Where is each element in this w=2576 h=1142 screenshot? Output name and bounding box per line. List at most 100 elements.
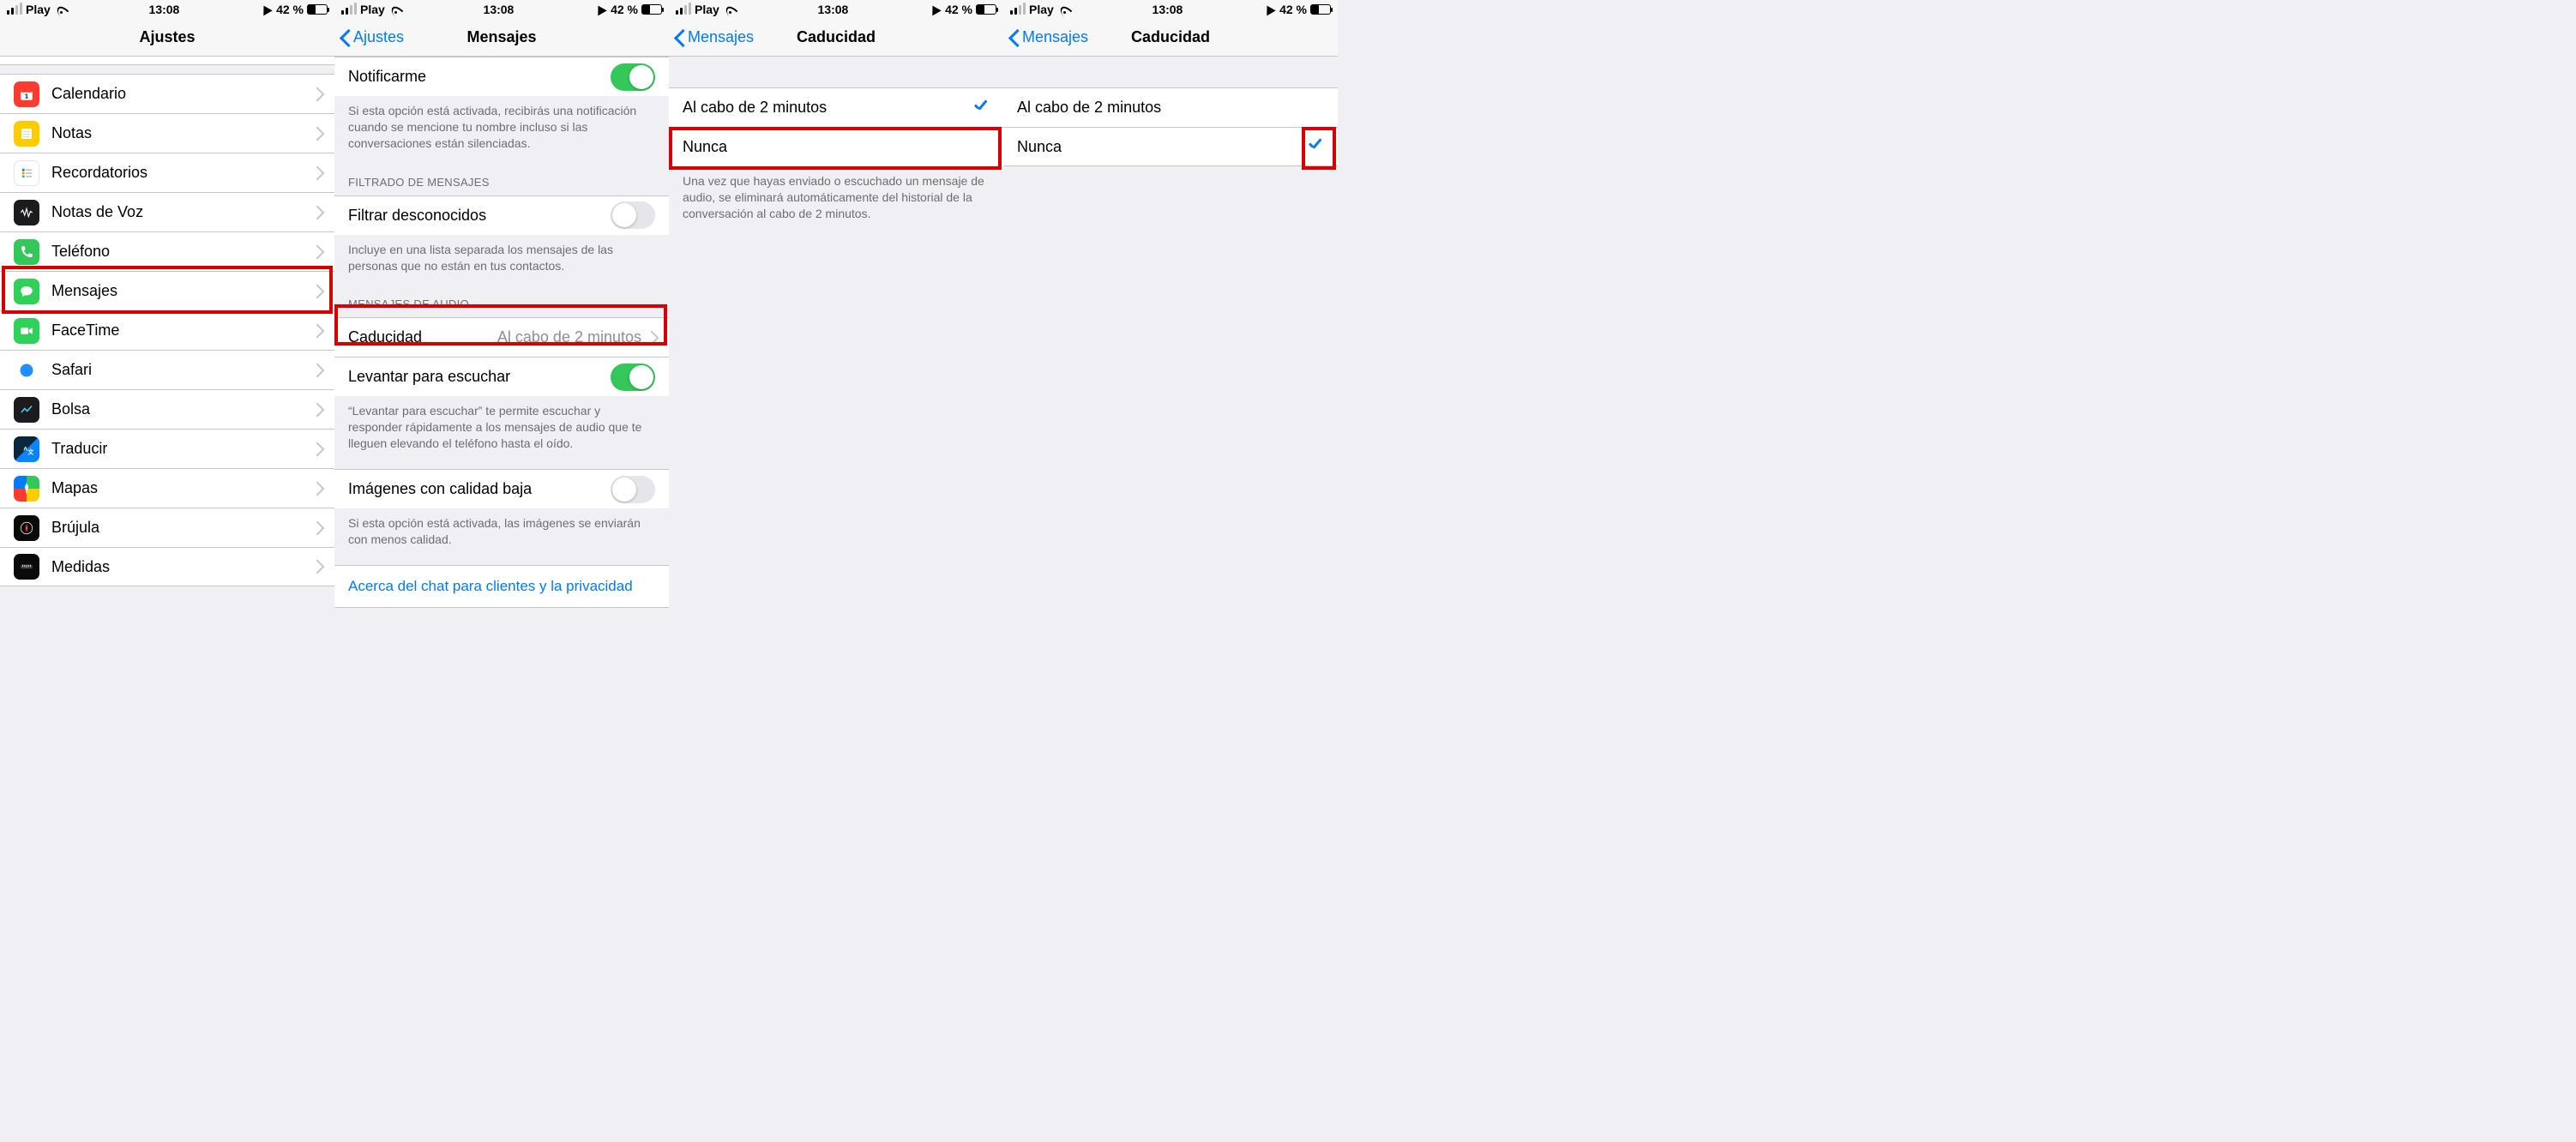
row-caducidad[interactable]: Caducidad Al cabo de 2 minutos xyxy=(334,317,669,357)
row-label: Notificarme xyxy=(348,68,611,86)
check-icon xyxy=(972,99,990,117)
chevron-right-icon xyxy=(312,166,321,180)
settings-row-mensajes[interactable]: Mensajes xyxy=(0,271,334,310)
chevron-right-icon xyxy=(312,403,321,417)
back-label: Mensajes xyxy=(688,28,754,46)
chevron-right-icon xyxy=(312,521,321,535)
option-label: Nunca xyxy=(1017,138,1307,156)
row-notificarme[interactable]: Notificarme xyxy=(334,57,669,96)
notes-icon xyxy=(14,121,39,147)
battery-percent: 42 % xyxy=(945,3,972,16)
header-audio: MENSAJES DE AUDIO xyxy=(334,279,669,317)
footer-filtrar: Incluye en una lista separada los mensaj… xyxy=(334,235,669,279)
settings-row-notas[interactable]: Notas xyxy=(0,113,334,153)
toggle-filtrar[interactable] xyxy=(611,201,655,229)
location-icon xyxy=(928,3,941,16)
battery-percent: 42 % xyxy=(611,3,638,16)
settings-row-calendario[interactable]: 1 Calendario xyxy=(0,74,334,113)
status-bar: Play 13:08 42 % xyxy=(669,0,1003,19)
phone-icon xyxy=(14,239,39,265)
chevron-right-icon xyxy=(312,442,321,456)
toggle-levantar[interactable] xyxy=(611,364,655,391)
battery-percent: 42 % xyxy=(276,3,304,16)
row-detail: Al cabo de 2 minutos xyxy=(497,328,641,346)
signal-bars-icon xyxy=(341,4,357,15)
chevron-right-icon xyxy=(312,364,321,377)
navbar: Ajustes xyxy=(0,19,334,57)
option-2min[interactable]: Al cabo de 2 minutos xyxy=(669,87,1003,127)
settings-row-bolsa[interactable]: Bolsa xyxy=(0,389,334,429)
reminders-icon xyxy=(14,160,39,186)
compass-icon xyxy=(14,515,39,541)
footer-imagenes-baja: Si esta opción está activada, las imágen… xyxy=(334,508,669,553)
settings-row-voz[interactable]: Notas de Voz xyxy=(0,192,334,231)
about-privacy-link[interactable]: Acerca del chat para clientes y la priva… xyxy=(334,565,669,608)
chevron-left-icon xyxy=(1008,29,1019,46)
location-icon xyxy=(1262,3,1275,16)
settings-row-brujula[interactable]: Brújula xyxy=(0,508,334,547)
svg-text:A: A xyxy=(23,446,27,452)
signal-bars-icon xyxy=(676,4,691,15)
battery-icon xyxy=(1310,4,1331,15)
settings-row-traducir[interactable]: A文 Traducir xyxy=(0,429,334,468)
back-label: Ajustes xyxy=(353,28,404,46)
messages-icon xyxy=(14,279,39,304)
row-imagenes-baja[interactable]: Imágenes con calidad baja xyxy=(334,469,669,508)
wifi-icon xyxy=(723,4,737,15)
back-button[interactable]: Ajustes xyxy=(340,19,404,56)
row-levantar-escuchar[interactable]: Levantar para escuchar xyxy=(334,357,669,396)
calendar-icon: 1 xyxy=(14,81,39,107)
navbar: Ajustes Mensajes xyxy=(334,19,669,57)
settings-row-safari[interactable]: Safari xyxy=(0,350,334,389)
row-label: Notas xyxy=(51,124,312,142)
navbar: Mensajes Caducidad xyxy=(669,19,1003,57)
svg-text:1: 1 xyxy=(25,92,28,99)
row-label: Caducidad xyxy=(348,328,497,346)
settings-row-facetime[interactable]: FaceTime xyxy=(0,310,334,350)
page-title: Caducidad xyxy=(797,28,876,46)
signal-bars-icon xyxy=(7,4,22,15)
row-label: Filtrar desconocidos xyxy=(348,207,611,225)
settings-row-mapas[interactable]: Mapas xyxy=(0,468,334,508)
back-button[interactable]: Mensajes xyxy=(1008,19,1088,56)
check-icon xyxy=(1307,138,1324,155)
chevron-right-icon xyxy=(647,331,655,345)
translate-icon: A文 xyxy=(14,436,39,462)
pane-messages-settings: Play 13:08 42 % Ajustes Mensajes Notific… xyxy=(334,0,669,1142)
pane-settings-root: Play 13:08 42 % Ajustes 1 Calendario xyxy=(0,0,334,1142)
row-label: Mensajes xyxy=(51,282,312,300)
option-nunca[interactable]: Nunca xyxy=(1003,127,1338,166)
row-filtrar-desconocidos[interactable]: Filtrar desconocidos xyxy=(334,195,669,235)
chevron-right-icon xyxy=(312,87,321,101)
row-label: Bolsa xyxy=(51,400,312,418)
row-label: Mapas xyxy=(51,479,312,497)
toggle-imagenes-baja[interactable] xyxy=(611,476,655,503)
wifi-icon xyxy=(388,4,402,15)
option-label: Al cabo de 2 minutos xyxy=(1017,99,1324,117)
settings-row-recordatorios[interactable]: Recordatorios xyxy=(0,153,334,192)
option-2min[interactable]: Al cabo de 2 minutos xyxy=(1003,87,1338,127)
chevron-right-icon xyxy=(312,127,321,141)
page-title: Caducidad xyxy=(1131,28,1210,46)
chevron-right-icon xyxy=(312,285,321,298)
status-time: 13:08 xyxy=(484,3,515,16)
toggle-notificarme[interactable] xyxy=(611,63,655,91)
battery-icon xyxy=(976,4,996,15)
row-label: Medidas xyxy=(51,558,312,576)
chevron-left-icon xyxy=(674,29,684,46)
facetime-icon xyxy=(14,318,39,344)
measure-icon xyxy=(14,554,39,580)
chevron-right-icon xyxy=(312,245,321,259)
back-button[interactable]: Mensajes xyxy=(674,19,754,56)
footer-levantar: “Levantar para escuchar” te permite escu… xyxy=(334,396,669,457)
status-bar: Play 13:08 42 % xyxy=(1003,0,1338,19)
svg-text:文: 文 xyxy=(27,448,34,455)
option-label: Nunca xyxy=(683,138,990,156)
signal-bars-icon xyxy=(1010,4,1026,15)
option-nunca[interactable]: Nunca xyxy=(669,127,1003,166)
wifi-icon xyxy=(1057,4,1071,15)
settings-row-telefono[interactable]: Teléfono xyxy=(0,231,334,271)
row-label: Notas de Voz xyxy=(51,203,312,221)
chevron-right-icon xyxy=(312,482,321,496)
settings-row-medidas[interactable]: Medidas xyxy=(0,547,334,586)
